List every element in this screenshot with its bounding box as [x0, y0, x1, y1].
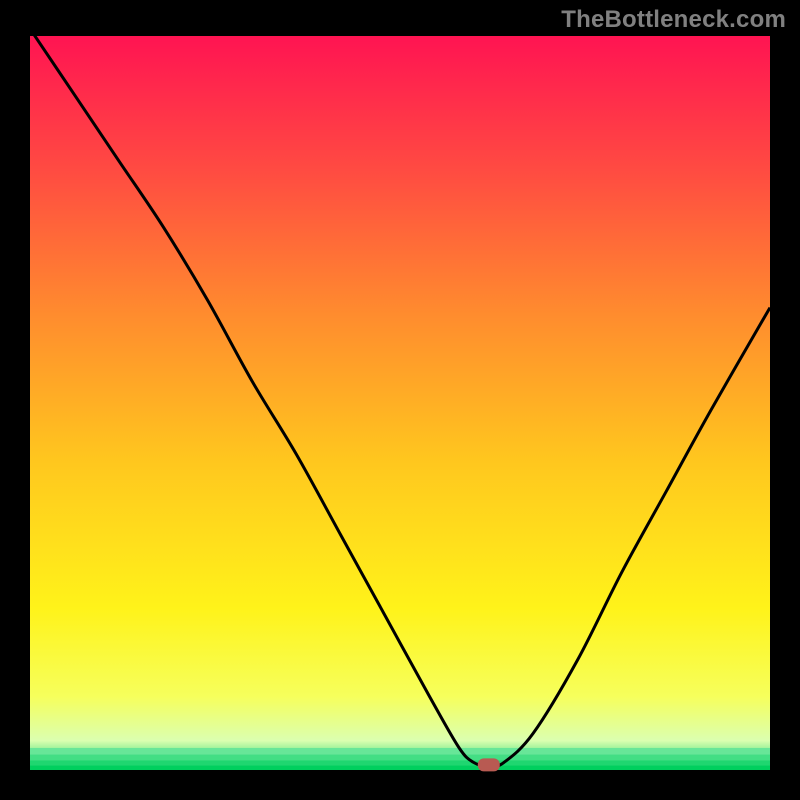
green-bands [30, 748, 770, 770]
plot-background [30, 36, 770, 770]
watermark-text: TheBottleneck.com [561, 6, 786, 34]
chart-frame: TheBottleneck.com [0, 0, 800, 800]
bottleneck-chart [0, 0, 800, 800]
bottleneck-marker [478, 758, 500, 771]
